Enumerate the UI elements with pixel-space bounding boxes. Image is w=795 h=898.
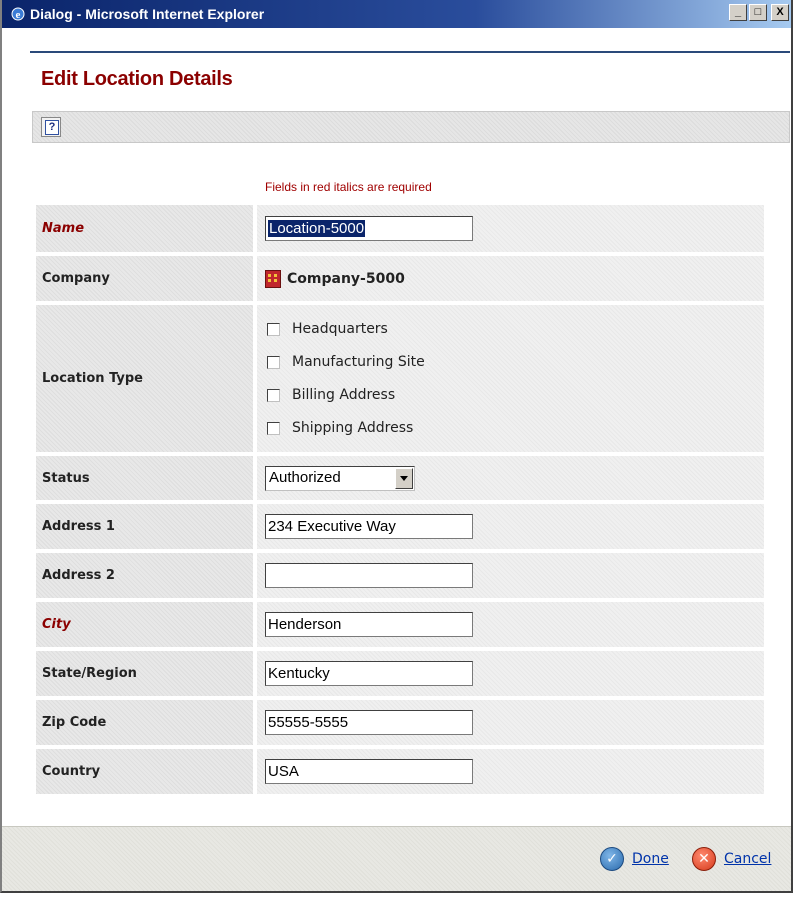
state-label: State/Region: [36, 651, 253, 696]
minimize-button[interactable]: _: [729, 4, 747, 21]
checkbox-box[interactable]: [267, 322, 280, 336]
maximize-button[interactable]: □: [749, 4, 767, 21]
svg-text:e: e: [16, 9, 21, 21]
country-input[interactable]: USA: [265, 759, 473, 784]
zip-value-cell: 55555-5555: [257, 700, 764, 745]
company-label: Company: [36, 256, 253, 301]
checkbox-billing-address[interactable]: Billing Address: [267, 379, 425, 412]
zip-label: Zip Code: [36, 700, 253, 745]
dialog-window: e Dialog - Microsoft Internet Explorer _…: [0, 0, 793, 893]
state-input[interactable]: Kentucky: [265, 661, 473, 686]
cancel-label[interactable]: Cancel: [724, 851, 771, 867]
form-row-state: State/Region Kentucky: [36, 651, 764, 696]
company-value-cell: Company-5000: [257, 256, 764, 301]
location-form: Name Location-5000 Company Company-5000 …: [36, 205, 764, 798]
address1-input[interactable]: 234 Executive Way: [265, 514, 473, 539]
form-row-country: Country USA: [36, 749, 764, 794]
close-button[interactable]: X: [771, 4, 789, 21]
help-icon: ?: [45, 120, 59, 135]
name-value-cell: Location-5000: [257, 205, 764, 252]
checkbox-label: Manufacturing Site: [292, 354, 425, 370]
location-type-checkboxes: Headquarters Manufacturing Site Billing …: [257, 305, 425, 453]
form-row-name: Name Location-5000: [36, 205, 764, 252]
status-label: Status: [36, 456, 253, 500]
form-row-address2: Address 2: [36, 553, 764, 598]
checkbox-label: Billing Address: [292, 387, 396, 403]
name-input[interactable]: Location-5000: [265, 216, 473, 241]
address1-label: Address 1: [36, 504, 253, 549]
toolbar: ?: [32, 111, 790, 143]
status-value-cell: Authorized: [257, 456, 764, 500]
city-value-cell: Henderson: [257, 602, 764, 647]
company-name: Company-5000: [287, 270, 405, 287]
form-row-company: Company Company-5000: [36, 256, 764, 301]
form-row-status: Status Authorized: [36, 456, 764, 500]
checkbox-shipping-address[interactable]: Shipping Address: [267, 412, 425, 445]
checkbox-box[interactable]: [267, 388, 280, 402]
state-value-cell: Kentucky: [257, 651, 764, 696]
form-row-address1: Address 1 234 Executive Way: [36, 504, 764, 549]
form-row-location-type: Location Type Headquarters Manufacturing…: [36, 305, 764, 452]
close-icon: ✕: [692, 847, 716, 871]
title-bar[interactable]: e Dialog - Microsoft Internet Explorer _…: [2, 0, 791, 28]
checkbox-label: Shipping Address: [292, 420, 414, 436]
name-input-value: Location-5000: [268, 220, 366, 237]
form-row-zip: Zip Code 55555-5555: [36, 700, 764, 745]
window-controls: _ □ X: [729, 4, 789, 21]
form-row-city: City Henderson: [36, 602, 764, 647]
country-label: Country: [36, 749, 253, 794]
checkbox-manufacturing-site[interactable]: Manufacturing Site: [267, 346, 425, 379]
status-select[interactable]: Authorized: [265, 465, 415, 491]
internet-explorer-icon: e: [11, 7, 25, 21]
help-button[interactable]: ?: [41, 117, 61, 137]
name-label: Name: [36, 205, 253, 252]
address2-label: Address 2: [36, 553, 253, 598]
page-title: Edit Location Details: [41, 68, 233, 90]
checkbox-label: Headquarters: [292, 321, 388, 337]
checkmark-icon: ✓: [600, 847, 624, 871]
company-value: Company-5000: [265, 269, 405, 288]
country-value-cell: USA: [257, 749, 764, 794]
city-input[interactable]: Henderson: [265, 612, 473, 637]
zip-input[interactable]: 55555-5555: [265, 710, 473, 735]
chevron-down-icon[interactable]: [395, 467, 413, 489]
dialog-footer: ✓ Done ✕ Cancel: [2, 826, 791, 891]
required-fields-note: Fields in red italics are required: [265, 180, 432, 194]
status-selected-value: Authorized: [269, 468, 341, 486]
address2-value-cell: [257, 553, 764, 598]
window-title: Dialog - Microsoft Internet Explorer: [30, 6, 265, 22]
location-type-label: Location Type: [36, 305, 253, 452]
address1-value-cell: 234 Executive Way: [257, 504, 764, 549]
header-divider: [30, 51, 790, 53]
city-label: City: [36, 602, 253, 647]
location-type-value-cell: Headquarters Manufacturing Site Billing …: [257, 305, 764, 452]
cancel-button[interactable]: ✕ Cancel: [692, 847, 771, 871]
checkbox-headquarters[interactable]: Headquarters: [267, 313, 425, 346]
done-label[interactable]: Done: [632, 851, 669, 867]
address2-input[interactable]: [265, 563, 473, 588]
building-icon: [265, 269, 281, 288]
checkbox-box[interactable]: [267, 421, 280, 435]
done-button[interactable]: ✓ Done: [600, 847, 669, 871]
checkbox-box[interactable]: [267, 355, 280, 369]
